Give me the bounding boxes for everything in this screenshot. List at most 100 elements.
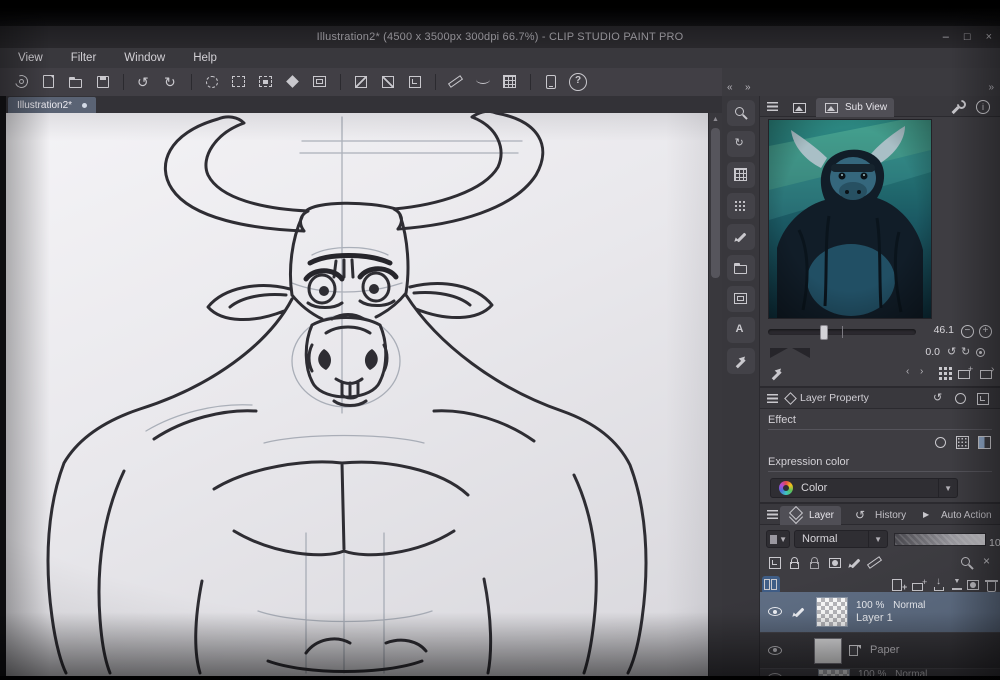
- redo-button[interactable]: [159, 71, 183, 93]
- layer-row-paper[interactable]: Paper: [760, 632, 1000, 668]
- opacity-slider[interactable]: [894, 533, 986, 546]
- thumbnail-grid-icon[interactable]: [936, 364, 954, 382]
- canvas-scrollbar[interactable]: ▲: [708, 113, 722, 676]
- palette-menu-icon[interactable]: [764, 390, 782, 408]
- lock-layer-icon[interactable]: [786, 554, 804, 572]
- layer-row-partial[interactable]: 100 % Normal: [760, 668, 1000, 676]
- invert-selection-button[interactable]: [254, 71, 278, 93]
- open-file-button[interactable]: [64, 71, 88, 93]
- subview-zoom-slider[interactable]: [768, 324, 916, 340]
- companion-mode-button[interactable]: [539, 71, 563, 93]
- scroll-up-arrow-icon[interactable]: ▲: [709, 113, 722, 126]
- tab-navigator[interactable]: [784, 98, 814, 117]
- snap-to-special-ruler-button[interactable]: [471, 71, 495, 93]
- help-button[interactable]: [566, 71, 590, 93]
- clear-layer-icon[interactable]: [978, 554, 996, 572]
- clear-button[interactable]: [349, 71, 373, 93]
- frame-border-button[interactable]: [308, 71, 332, 93]
- layer-color-effect-icon[interactable]: [976, 434, 994, 452]
- expand-left-icon[interactable]: »: [745, 80, 751, 96]
- layer-color-swatch: [770, 534, 778, 544]
- maximize-button[interactable]: □: [964, 31, 971, 43]
- deselect-button[interactable]: [200, 71, 224, 93]
- clip-studio-icon: [13, 73, 31, 91]
- zoom-out-icon[interactable]: [960, 324, 974, 338]
- next-folder-icon[interactable]: [978, 364, 996, 382]
- magnifier-tool-button[interactable]: [726, 100, 755, 126]
- tone-tool-button[interactable]: [726, 193, 755, 219]
- menu-view[interactable]: View: [18, 52, 43, 64]
- eyedropper-icon[interactable]: [768, 364, 786, 382]
- ruler-layer-icon[interactable]: [866, 554, 884, 572]
- save-icon: [94, 73, 112, 91]
- previous-image-icon[interactable]: ‹: [906, 364, 909, 380]
- visibility-eye-icon[interactable]: [766, 603, 784, 621]
- save-file-button[interactable]: [91, 71, 115, 93]
- undo-button[interactable]: [132, 71, 156, 93]
- open-reference-folder-icon[interactable]: [956, 364, 974, 382]
- layer-search-icon[interactable]: [958, 554, 976, 572]
- blend-mode-dropdown[interactable]: Normal ▼: [794, 530, 888, 548]
- rotate-canvas-tool-button[interactable]: [726, 131, 755, 157]
- paper-thumbnail[interactable]: [814, 637, 842, 664]
- palette-menu-icon[interactable]: [764, 98, 782, 116]
- tab-layer[interactable]: Layer: [780, 506, 842, 525]
- close-button[interactable]: ×: [986, 31, 992, 43]
- frame-tool-button[interactable]: [726, 286, 755, 312]
- material-folder-tool-button[interactable]: [726, 255, 755, 281]
- document-tab-bar: Illustration2*: [6, 96, 722, 113]
- layer-row-layer1[interactable]: 100 % Normal Layer 1: [760, 592, 1000, 632]
- tab-auto-action[interactable]: Auto Action: [912, 506, 999, 525]
- zoom-in-icon[interactable]: [978, 324, 992, 338]
- layer-color-dropdown[interactable]: ▼: [766, 530, 790, 548]
- menu-window[interactable]: Window: [124, 52, 165, 64]
- grid-view-tool-button[interactable]: [726, 162, 755, 188]
- scrollbar-thumb[interactable]: [711, 128, 720, 278]
- reset-icon[interactable]: [930, 390, 948, 408]
- palette-collapse-bar: « » »: [722, 80, 1000, 96]
- next-image-icon[interactable]: ›: [920, 364, 923, 380]
- canvas[interactable]: [6, 113, 708, 676]
- select-area-button[interactable]: [227, 71, 251, 93]
- fill-button[interactable]: [281, 71, 305, 93]
- border-effect-icon[interactable]: [932, 434, 950, 452]
- tone-effect-icon[interactable]: [954, 434, 972, 452]
- layer-thumbnail[interactable]: [816, 597, 848, 627]
- visibility-eye-icon[interactable]: [766, 669, 784, 676]
- new-canvas-button[interactable]: [37, 71, 61, 93]
- pencil-tool-button[interactable]: [726, 224, 755, 250]
- crop-button[interactable]: [403, 71, 427, 93]
- draft-layer-icon[interactable]: [846, 554, 864, 572]
- navigator-icon: [791, 99, 809, 117]
- expression-color-dropdown[interactable]: Color ▼: [770, 478, 958, 498]
- collapse-right-icon[interactable]: »: [988, 80, 994, 96]
- lock-transparent-pixel-icon[interactable]: [806, 554, 824, 572]
- frame-icon: [311, 73, 329, 91]
- menu-help[interactable]: Help: [193, 52, 217, 64]
- menu-filter[interactable]: Filter: [71, 52, 97, 64]
- enable-mask-icon[interactable]: [826, 554, 844, 572]
- eyedropper-tool-button[interactable]: [726, 348, 755, 374]
- palette-options-icon[interactable]: [974, 390, 992, 408]
- tab-history[interactable]: History: [846, 506, 913, 525]
- clip-to-layer-below-icon[interactable]: [766, 554, 784, 572]
- clear-outside-button[interactable]: [376, 71, 400, 93]
- collapse-left-icon[interactable]: «: [727, 80, 733, 96]
- info-icon[interactable]: [976, 100, 990, 114]
- wrench-icon[interactable]: [950, 98, 968, 116]
- document-tab[interactable]: Illustration2*: [8, 97, 97, 113]
- zoom-slider-handle[interactable]: [820, 324, 828, 340]
- toolbar-divider: [435, 74, 436, 90]
- minimize-button[interactable]: –: [943, 31, 949, 43]
- layer-thumbnail[interactable]: [818, 669, 850, 676]
- text-tool-button[interactable]: [726, 317, 755, 343]
- tab-sub-view[interactable]: Sub View: [816, 98, 895, 117]
- subview-reference-image[interactable]: [768, 119, 932, 319]
- clip-studio-button[interactable]: [10, 71, 34, 93]
- reset-rotation-icon[interactable]: [972, 344, 990, 362]
- visibility-eye-icon[interactable]: [766, 642, 784, 660]
- palette-dock-icon[interactable]: [952, 390, 970, 408]
- subview-rotate-widget[interactable]: [770, 348, 810, 359]
- snap-to-ruler-button[interactable]: [444, 71, 468, 93]
- snap-to-grid-button[interactable]: [498, 71, 522, 93]
